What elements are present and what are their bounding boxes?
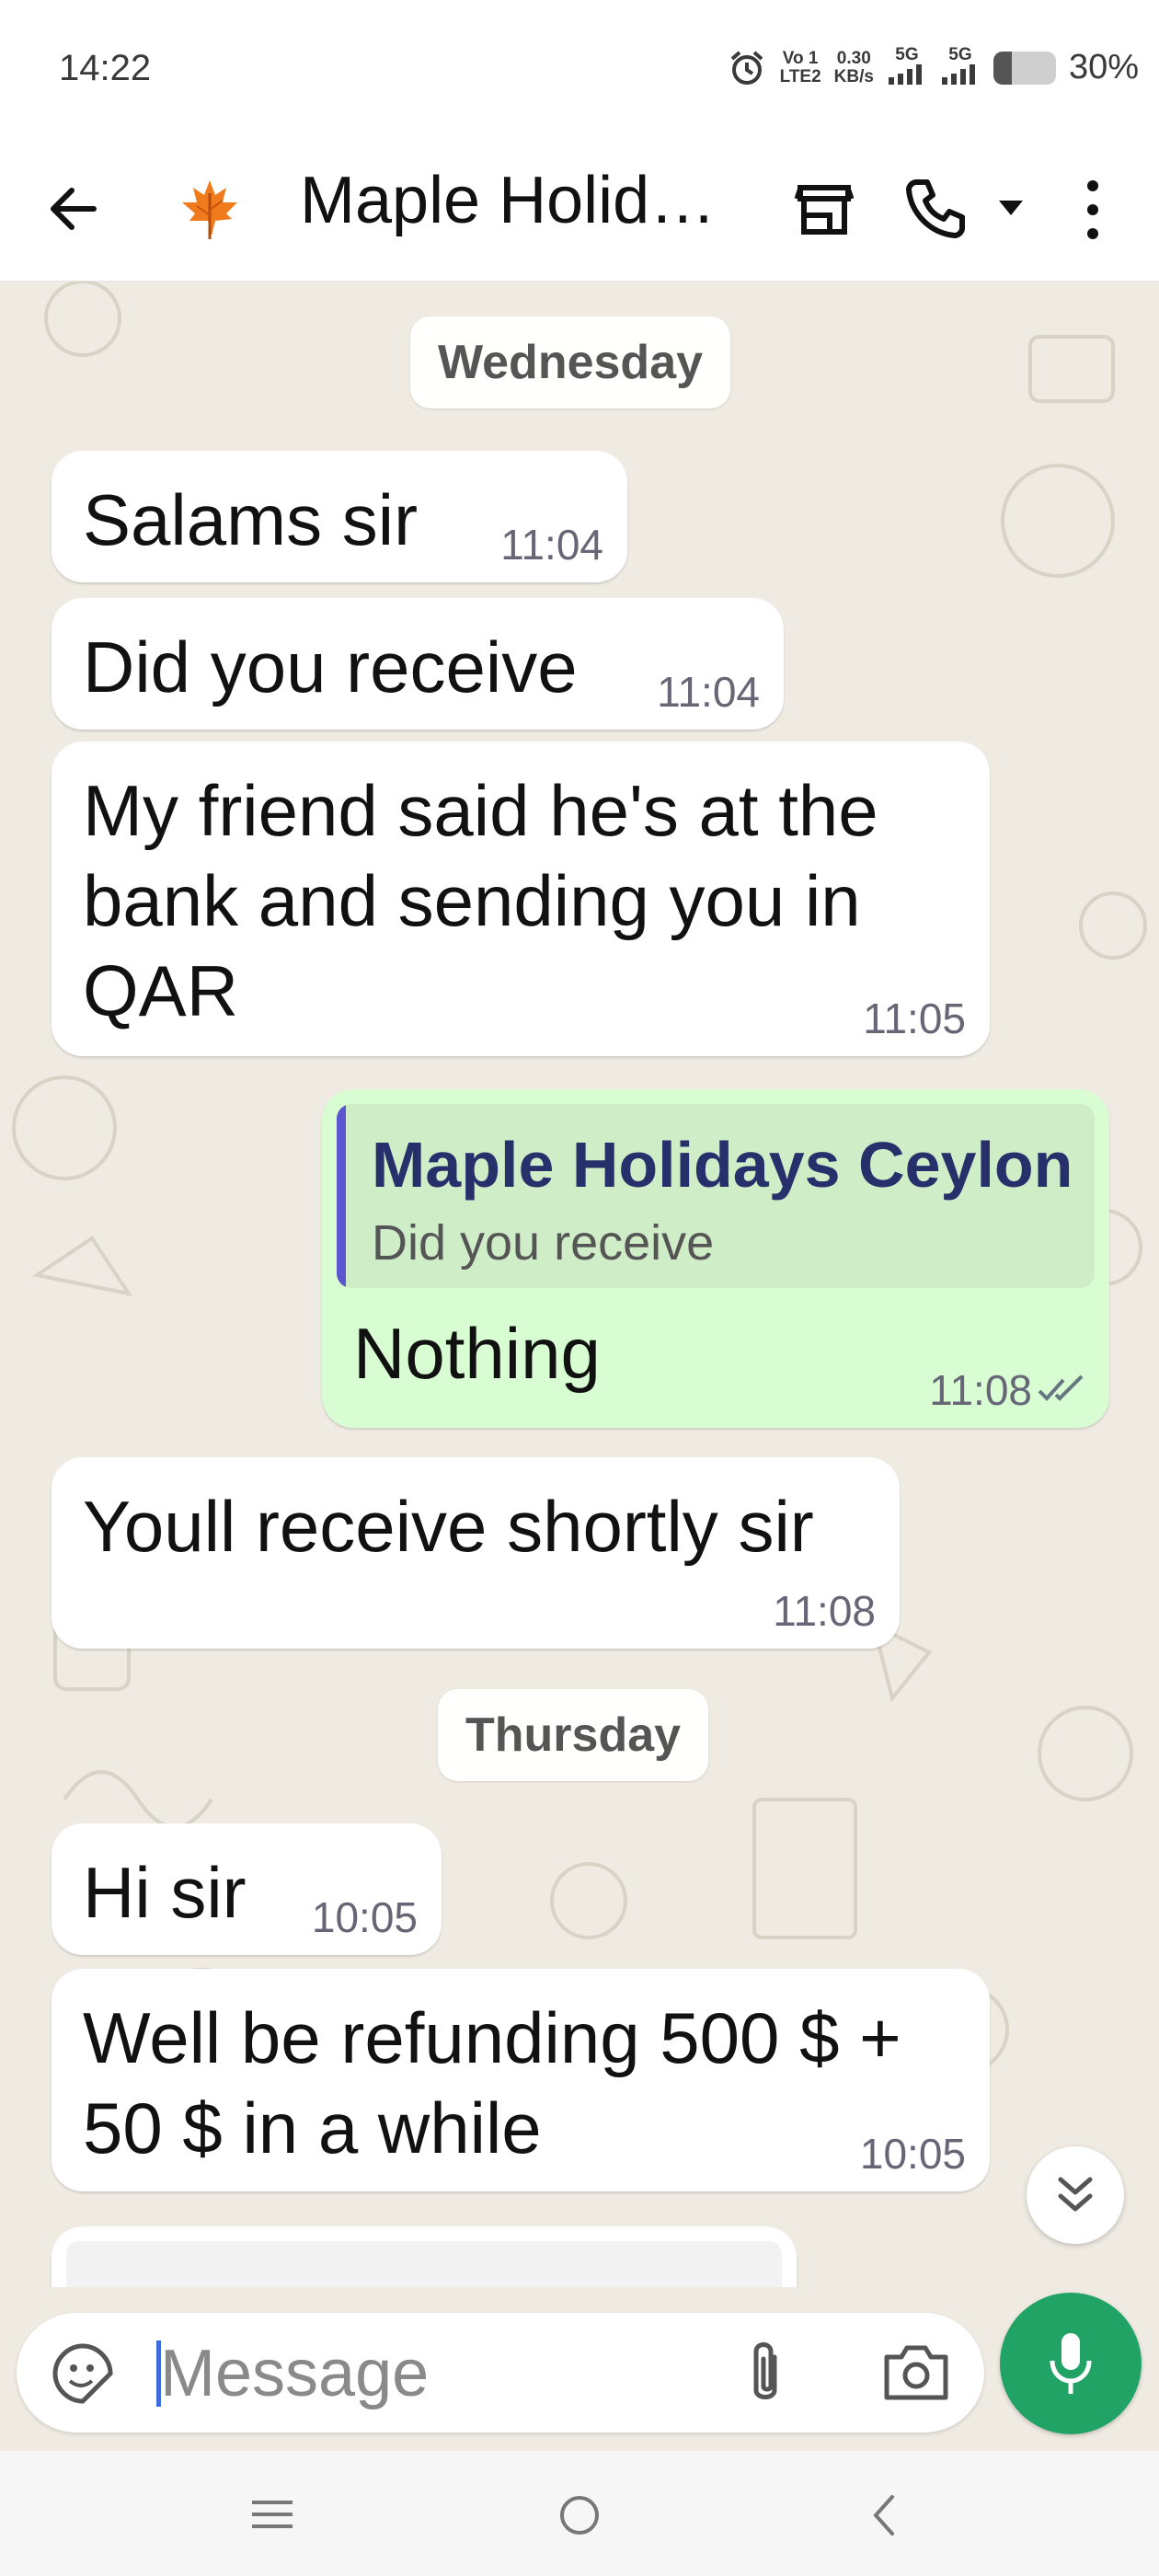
maple-leaf-avatar[interactable]: [175, 175, 245, 245]
message-bubble[interactable]: Salams sir 11:04: [52, 451, 627, 582]
message-input[interactable]: [158, 2333, 714, 2414]
chat-area[interactable]: Wednesday Salams sir 11:04 Did you recei…: [0, 282, 1159, 2287]
more-options-icon[interactable]: [1076, 177, 1109, 243]
message-bubble[interactable]: Did you receive 11:04: [52, 598, 784, 730]
message-text: Hi sir: [83, 1852, 247, 1933]
message-bubble-outgoing[interactable]: Maple Holidays Ceylon Did you receive No…: [322, 1089, 1109, 1428]
message-time: 10:05: [859, 2130, 966, 2178]
message-text: Did you receive: [83, 627, 578, 707]
signal-bars-icon: [941, 64, 975, 85]
system-navigation-bar: [0, 2451, 1159, 2576]
message-bubble-partial[interactable]: [52, 2226, 797, 2287]
microphone-icon: [1050, 2333, 1092, 2394]
chat-header: Maple Holidays Ceylon: [0, 138, 1159, 282]
chat-name[interactable]: Maple Holidays Ceylon: [300, 163, 741, 238]
date-chip-thursday: Thursday: [438, 1689, 709, 1781]
quote-bar: [337, 1104, 346, 1288]
message-text: Well be refunding 500 $ + 50 $ in a whil…: [83, 1997, 901, 2168]
message-composer: [17, 2313, 984, 2432]
status-time: 14:22: [59, 48, 152, 88]
phone-icon[interactable]: [903, 175, 970, 241]
message-bubble[interactable]: Youll receive shortly sir 11:08: [52, 1457, 900, 1649]
battery-icon: [993, 51, 1056, 85]
read-receipt-icon: [1038, 1374, 1084, 1401]
signal-5g-2: 5G: [940, 46, 981, 89]
home-icon[interactable]: [557, 2493, 602, 2537]
store-icon[interactable]: [793, 178, 855, 241]
message-text: My friend said he's at the bank and send…: [83, 770, 878, 1031]
camera-icon[interactable]: [881, 2340, 951, 2405]
scroll-to-bottom-button[interactable]: [1027, 2146, 1124, 2244]
battery-level: [993, 51, 1013, 85]
double-chevron-down-icon: [1058, 2177, 1093, 2212]
message-text: Youll receive shortly sir: [83, 1486, 814, 1567]
message-time: 11:04: [500, 521, 603, 569]
sticker-icon[interactable]: [50, 2340, 116, 2407]
message-time: 11:08: [773, 1587, 876, 1635]
status-icons: Vo 1 LTE2 0.30 KB/s 5G 5G 30%: [727, 46, 1139, 89]
dropdown-icon[interactable]: [997, 197, 1025, 219]
message-time: 11:05: [863, 995, 966, 1042]
message-bubble[interactable]: Hi sir 10:05: [52, 1823, 442, 1955]
alarm-icon: [730, 50, 763, 85]
message-time: 10:05: [311, 1893, 418, 1941]
quoted-message[interactable]: Maple Holidays Ceylon Did you receive: [337, 1104, 1095, 1288]
status-bar: 14:22 Vo 1 LTE2 0.30 KB/s 5G 5G 30%: [0, 0, 1159, 138]
voice-message-button[interactable]: [1000, 2293, 1142, 2434]
volte-indicator: Vo 1 LTE2: [779, 48, 821, 86]
quoted-sender: Maple Holidays Ceylon: [372, 1129, 1073, 1201]
network-speed: 0.30 KB/s: [833, 48, 874, 86]
date-chip-wednesday: Wednesday: [410, 316, 731, 408]
quoted-message: [66, 2241, 782, 2287]
back-icon[interactable]: [868, 2493, 898, 2537]
message-bubble[interactable]: Well be refunding 500 $ + 50 $ in a whil…: [52, 1969, 990, 2191]
attach-icon[interactable]: [740, 2337, 791, 2410]
quoted-text: Did you receive: [372, 1215, 715, 1271]
back-arrow-icon[interactable]: [44, 179, 103, 238]
message-bubble[interactable]: My friend said he's at the bank and send…: [52, 742, 990, 1056]
signal-5g-1: 5G: [887, 46, 927, 89]
message-text: Nothing: [353, 1313, 601, 1394]
message-time: 11:08: [929, 1366, 1032, 1414]
signal-bars-icon: [888, 64, 922, 85]
message-time: 11:04: [657, 668, 760, 716]
recents-icon[interactable]: [250, 2499, 294, 2530]
message-text: Salams sir: [83, 479, 419, 560]
battery-percent: 30%: [1068, 48, 1139, 86]
